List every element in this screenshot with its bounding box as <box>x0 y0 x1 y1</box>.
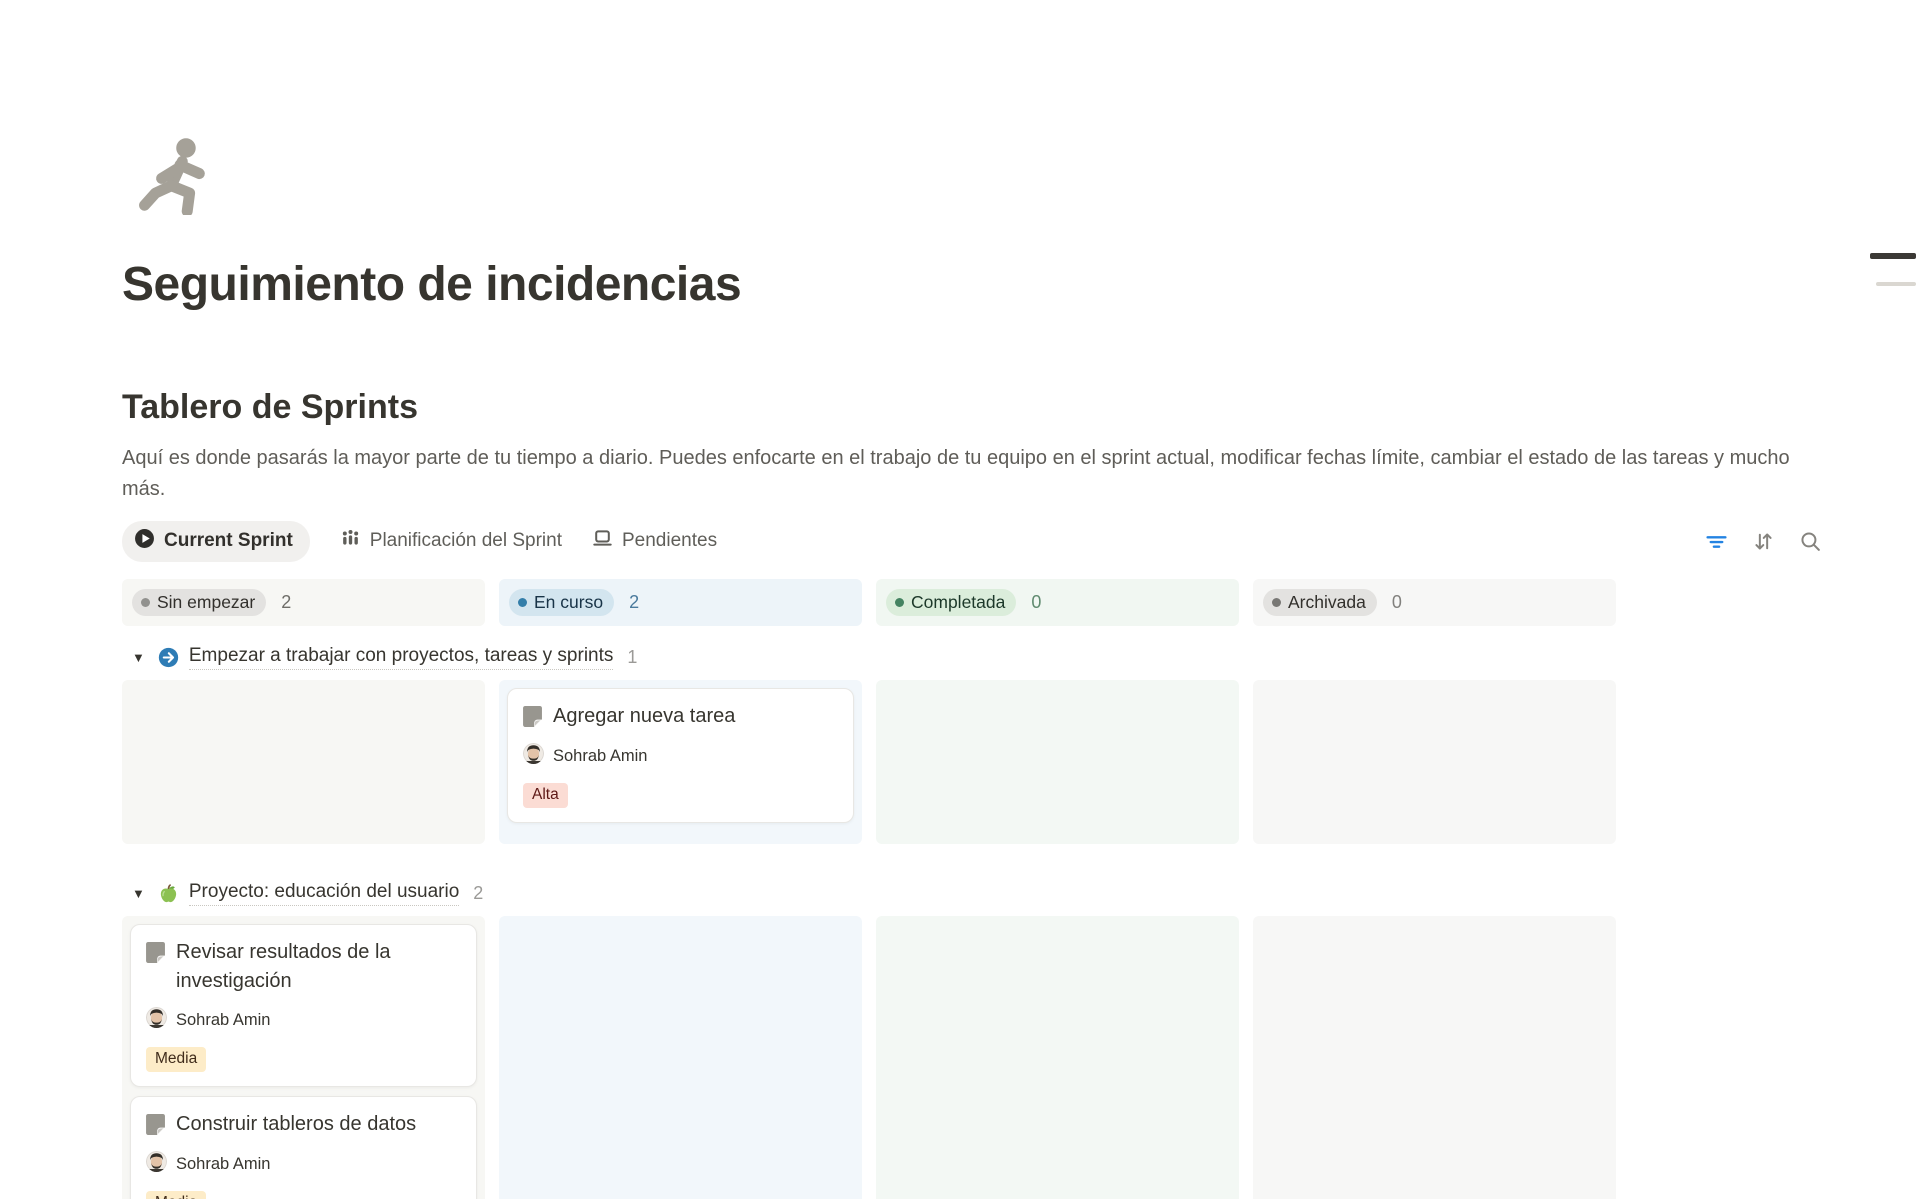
status-dot-icon <box>518 598 527 607</box>
search-icon[interactable] <box>1799 530 1822 553</box>
status-dot-icon <box>895 598 904 607</box>
arrow-circle-right-icon <box>158 647 179 668</box>
section-description: Aquí es donde pasarás la mayor parte de … <box>122 443 1832 505</box>
cell-archivada[interactable] <box>1253 916 1616 1199</box>
column-header-completada[interactable]: Completada 0 <box>876 579 1239 626</box>
column-header-sin-empezar[interactable]: Sin empezar 2 <box>122 579 485 626</box>
task-card[interactable]: Revisar resultados de la investigación <box>130 924 477 1087</box>
column-count: 2 <box>629 592 639 613</box>
task-card[interactable]: Agregar nueva tarea <box>507 688 854 823</box>
status-pill: En curso <box>509 589 614 616</box>
card-title: Agregar nueva tarea <box>553 702 735 732</box>
toc-indicator[interactable] <box>1870 253 1916 286</box>
priority-tag: Media <box>146 1191 206 1199</box>
status-pill: Completada <box>886 589 1016 616</box>
cell-sin-empezar[interactable] <box>122 680 485 844</box>
kanban-board: Sin empezar 2 En curso 2 Completada 0 Ar… <box>122 579 1616 1199</box>
group-title[interactable]: Empezar a trabajar con proyectos, tareas… <box>189 645 614 670</box>
cell-completada[interactable] <box>876 680 1239 844</box>
sort-icon[interactable] <box>1752 530 1775 553</box>
board-toolbar <box>1705 530 1822 553</box>
team-icon <box>340 528 361 555</box>
assignee-row: Sohrab Amin <box>523 743 838 769</box>
group-header-sprint-tasks: ▼ Empezar a trabajar con proyectos, tare… <box>122 642 1616 672</box>
group-title[interactable]: Proyecto: educación del usuario <box>189 881 459 906</box>
group-header-proyecto-educacion: ▼ Proyecto: educación del usuario 2 <box>122 878 1616 908</box>
collapse-triangle-icon[interactable]: ▼ <box>132 886 145 901</box>
assignee-row: Sohrab Amin <box>146 1151 461 1177</box>
filter-icon[interactable] <box>1705 530 1728 553</box>
page-icon <box>523 702 542 732</box>
avatar <box>146 1151 167 1177</box>
assignee-name: Sohrab Amin <box>176 1155 270 1174</box>
play-circle-icon <box>134 528 155 555</box>
toc-bar-icon <box>1876 282 1916 286</box>
column-count: 0 <box>1031 592 1041 613</box>
tab-label: Planificación del Sprint <box>370 530 562 552</box>
assignee-name: Sohrab Amin <box>176 1011 270 1030</box>
group-count: 2 <box>473 883 483 904</box>
group-count: 1 <box>627 647 637 668</box>
page-icon <box>146 1110 165 1140</box>
tab-label: Current Sprint <box>164 530 293 552</box>
section-heading: Tablero de Sprints <box>122 385 1920 429</box>
cell-en-curso[interactable] <box>499 916 862 1199</box>
card-title: Revisar resultados de la investigación <box>176 938 461 996</box>
column-headers: Sin empezar 2 En curso 2 Completada 0 Ar… <box>122 579 1616 626</box>
page: Seguimiento de incidencias Tablero de Sp… <box>0 0 1920 1199</box>
group-2-cells: Revisar resultados de la investigación <box>122 916 1616 1199</box>
avatar <box>523 743 544 769</box>
card-title: Construir tableros de datos <box>176 1110 416 1140</box>
collapse-triangle-icon[interactable]: ▼ <box>132 650 145 665</box>
status-dot-icon <box>141 598 150 607</box>
page-icon <box>146 938 165 996</box>
view-bar: Current Sprint Planificación del Sprint <box>122 521 1822 561</box>
tab-label: Pendientes <box>622 530 717 552</box>
group-1-cells: Agregar nueva tarea <box>122 680 1616 844</box>
tab-backlog[interactable]: Pendientes <box>592 528 717 555</box>
runner-icon[interactable] <box>136 137 214 215</box>
status-pill: Archivada <box>1263 589 1377 616</box>
cell-en-curso[interactable]: Agregar nueva tarea <box>499 680 862 844</box>
avatar <box>146 1007 167 1033</box>
laptop-book-icon <box>592 528 613 555</box>
cell-completada[interactable] <box>876 916 1239 1199</box>
column-header-archivada[interactable]: Archivada 0 <box>1253 579 1616 626</box>
toc-bar-icon <box>1870 253 1916 259</box>
column-header-en-curso[interactable]: En curso 2 <box>499 579 862 626</box>
column-count: 0 <box>1392 592 1402 613</box>
cell-archivada[interactable] <box>1253 680 1616 844</box>
priority-tag: Alta <box>523 783 568 808</box>
status-dot-icon <box>1272 598 1281 607</box>
green-apple-icon <box>158 883 179 904</box>
view-tabs: Current Sprint Planificación del Sprint <box>122 521 717 562</box>
column-count: 2 <box>281 592 291 613</box>
assignee-row: Sohrab Amin <box>146 1007 461 1033</box>
cell-sin-empezar[interactable]: Revisar resultados de la investigación <box>122 916 485 1199</box>
tab-sprint-planning[interactable]: Planificación del Sprint <box>340 528 562 555</box>
priority-tag: Media <box>146 1047 206 1072</box>
status-pill: Sin empezar <box>132 589 266 616</box>
page-title: Seguimiento de incidencias <box>122 257 1920 313</box>
tab-current-sprint[interactable]: Current Sprint <box>122 521 310 562</box>
task-card[interactable]: Construir tableros de datos <box>130 1096 477 1199</box>
assignee-name: Sohrab Amin <box>553 747 647 766</box>
